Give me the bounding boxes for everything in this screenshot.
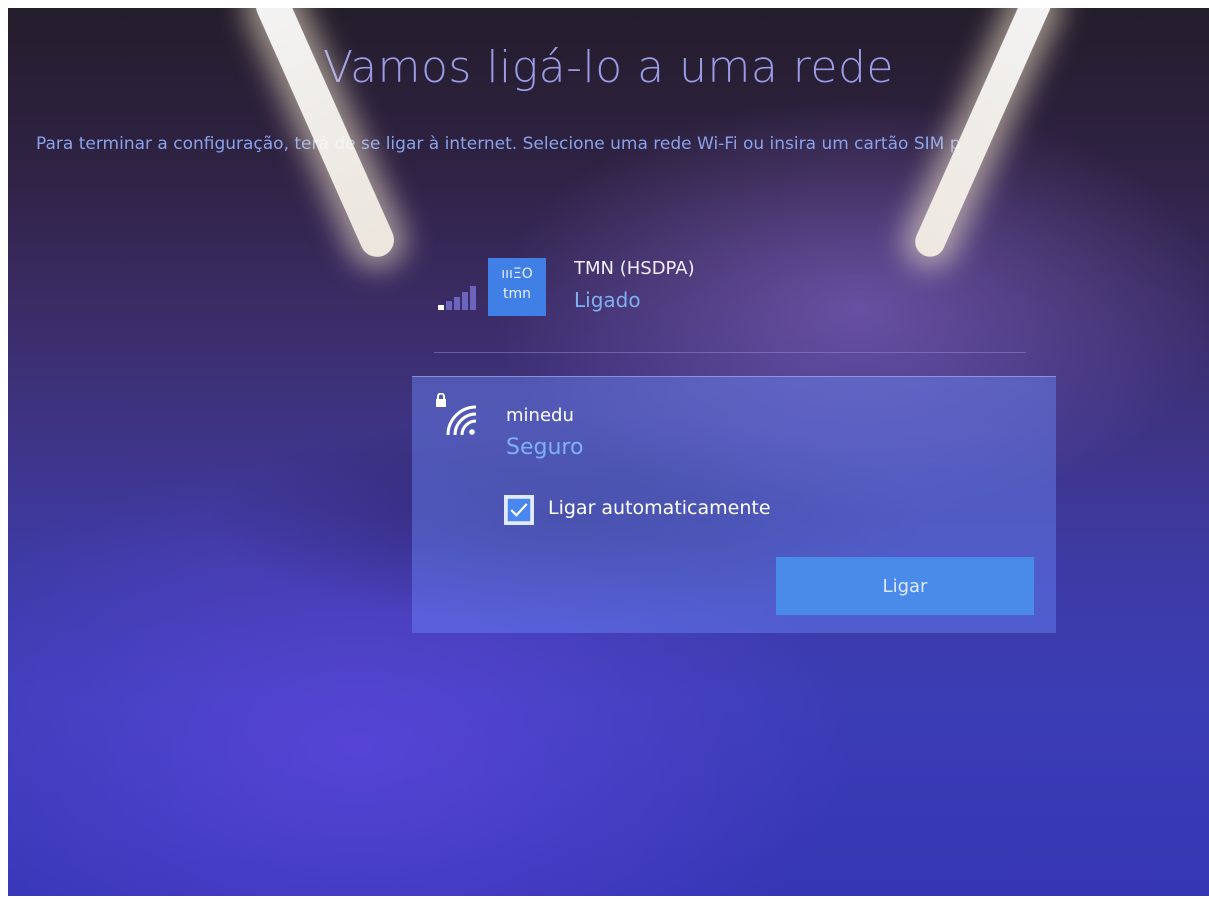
page-subtitle: Para terminar a configuração, terá de se… bbox=[36, 134, 961, 154]
auto-connect-label: Ligar automaticamente bbox=[548, 497, 771, 519]
checkbox-checked-icon[interactable] bbox=[504, 495, 534, 525]
setup-screen: Vamos ligá-lo a uma rede Para terminar a… bbox=[8, 8, 1209, 896]
network-item-cellular[interactable]: ıııΞO tmn TMN (HSDPA) Ligado bbox=[434, 258, 1034, 328]
network-status: Seguro bbox=[506, 435, 584, 460]
cellular-signal-icon bbox=[434, 282, 480, 310]
network-name: minedu bbox=[506, 405, 574, 426]
connect-button[interactable]: Ligar bbox=[776, 557, 1034, 615]
network-name: TMN (HSDPA) bbox=[574, 258, 695, 279]
operator-logo-bottom: tmn bbox=[503, 286, 531, 302]
operator-logo-top: ıııΞO bbox=[501, 266, 533, 282]
network-status: Ligado bbox=[574, 288, 641, 312]
wifi-secured-icon bbox=[436, 393, 477, 436]
operator-logo: ıııΞO tmn bbox=[488, 258, 546, 316]
network-item-wifi[interactable]: minedu Seguro Ligar automaticamente Liga… bbox=[412, 376, 1056, 633]
page-title: Vamos ligá-lo a uma rede bbox=[322, 42, 894, 93]
divider bbox=[434, 352, 1026, 353]
